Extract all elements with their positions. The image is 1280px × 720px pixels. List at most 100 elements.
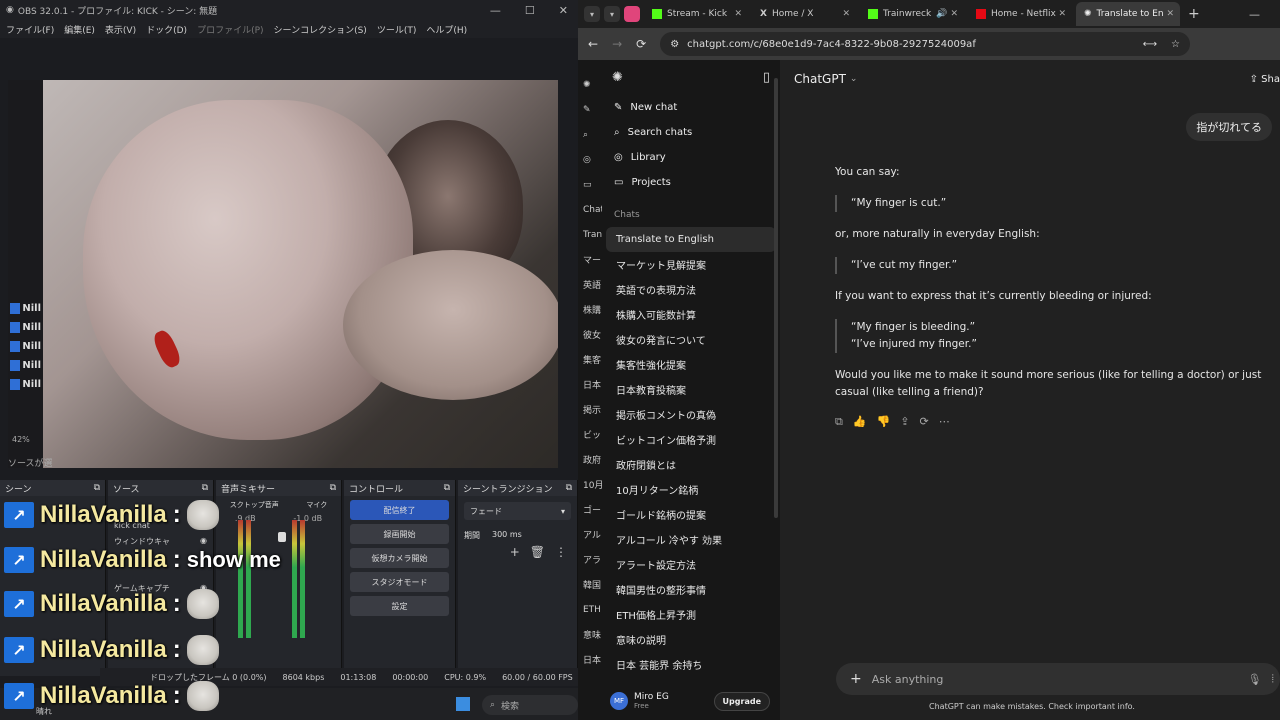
close-button[interactable]: ✕ [559, 4, 568, 17]
chat-item[interactable]: 掲示板コメントの真偽 [606, 402, 776, 427]
menu-help[interactable]: ヘルプ(H) [426, 23, 467, 36]
chat-item[interactable]: マーケット見解提案 [606, 252, 776, 277]
windows-start-icon[interactable] [456, 697, 470, 711]
chat-item[interactable]: 株購入可能数計算 [606, 302, 776, 327]
menu-scene-collection[interactable]: シーンコレクション(S) [274, 23, 367, 36]
stop-streaming-button[interactable]: 配信終了 [350, 500, 449, 520]
chat-item[interactable]: Translate to English [606, 227, 776, 252]
menu-view[interactable]: 表示(V) [105, 23, 136, 36]
add-icon[interactable]: + [510, 545, 520, 559]
chat-item[interactable]: 日本 芸能界 余持ち [606, 652, 776, 677]
thumbs-down-icon[interactable]: 👎 [877, 413, 891, 430]
rail-item[interactable]: 意味 [578, 622, 602, 647]
trash-icon[interactable]: 🗑 [530, 545, 545, 559]
search-icon[interactable]: ⌕ [578, 122, 602, 147]
tab-chatgpt[interactable]: ✺ Translate to En ✕ [1076, 2, 1180, 26]
chat-item[interactable]: ビットコイン価格予測 [606, 427, 776, 452]
close-tab-icon[interactable]: ✕ [734, 9, 742, 19]
dock-undock-icon[interactable]: ⧉ [444, 483, 450, 493]
projects-button[interactable]: ▭ Projects [602, 170, 780, 195]
rail-item[interactable]: 韓国 [578, 572, 602, 597]
chat-item[interactable]: 集客性強化提案 [606, 352, 776, 377]
tab-kick-stream[interactable]: Stream - Kick ✕ [644, 2, 748, 26]
rail-item[interactable]: ETH [578, 597, 602, 622]
obs-preview[interactable]: Nill Nill Nill Nill Nill 42% [8, 80, 558, 468]
maximize-button[interactable]: ☐ [525, 4, 535, 17]
copy-icon[interactable]: ⧉ [835, 413, 843, 430]
chatgpt-logo-icon[interactable]: ✺ [612, 70, 623, 85]
new-tab-button[interactable]: + [1188, 6, 1200, 22]
rail-item[interactable]: ゴー [578, 497, 602, 522]
rail-item[interactable]: アラ [578, 547, 602, 572]
plus-icon[interactable]: + [850, 671, 862, 687]
toggle-sidebar-icon[interactable]: ▯ [763, 70, 770, 85]
taskbar-search[interactable]: ⌕ 検索 [482, 695, 578, 715]
model-selector[interactable]: ChatGPT [794, 72, 846, 86]
dock-undock-icon[interactable]: ⧉ [566, 483, 572, 493]
tab-netflix[interactable]: Home - Netflix ✕ [968, 2, 1072, 26]
settings-button[interactable]: 設定 [350, 596, 449, 616]
share-button[interactable]: ⇪ Sha [1250, 74, 1280, 85]
start-recording-button[interactable]: 録画開始 [350, 524, 449, 544]
user-menu[interactable]: MF Miro EG Free Upgrade [602, 682, 780, 720]
rail-item[interactable]: 政府 [578, 447, 602, 472]
chat-item[interactable]: ETH価格上昇予測 [606, 602, 776, 627]
rail-item[interactable]: 彼女 [578, 322, 602, 347]
close-tab-icon[interactable]: ✕ [842, 9, 850, 19]
profile-icon[interactable] [624, 6, 640, 22]
chat-item[interactable]: 10月リターン銘柄 [606, 477, 776, 502]
virtual-camera-button[interactable]: 仮想カメラ開始 [350, 548, 449, 568]
more-icon[interactable]: ⋯ [939, 413, 950, 430]
minimize-button[interactable]: — [490, 4, 501, 17]
new-chat-button[interactable]: ✎ New chat [602, 95, 780, 120]
rail-item[interactable]: 日本 [578, 372, 602, 397]
chat-item[interactable]: 英語での表現方法 [606, 277, 776, 302]
minimize-icon[interactable]: — [1249, 8, 1260, 21]
forward-icon[interactable]: → [612, 37, 622, 51]
menu-profile[interactable]: プロファイル(P) [197, 23, 263, 36]
tab-search-icon[interactable]: ▾ [604, 6, 620, 22]
translate-icon[interactable]: ⟷ [1143, 39, 1157, 50]
chevron-down-icon[interactable]: ▾ [584, 6, 600, 22]
rail-item[interactable]: 10月 [578, 472, 602, 497]
url-input[interactable]: ⚙ chatgpt.com/c/68e0e1d9-7ac4-8322-9b08-… [660, 32, 1190, 56]
rail-item[interactable]: 日本 [578, 647, 602, 672]
microphone-icon[interactable]: 🎙 [1248, 673, 1262, 686]
site-info-icon[interactable]: ⚙ [670, 39, 679, 50]
chat-item[interactable]: 日本教育投稿案 [606, 377, 776, 402]
composer[interactable]: + Ask anything 🎙 ⦙ [836, 663, 1280, 695]
close-tab-icon[interactable]: ✕ [1058, 9, 1066, 19]
edit-icon[interactable]: ✎ [578, 97, 602, 122]
regenerate-icon[interactable]: ⟳ [919, 413, 928, 430]
composer-input[interactable]: Ask anything [872, 673, 944, 686]
studio-mode-button[interactable]: スタジオモード [350, 572, 449, 592]
bookmark-star-icon[interactable]: ☆ [1171, 39, 1180, 50]
rail-item[interactable]: ビッ [578, 422, 602, 447]
voice-mode-icon[interactable]: ⦙ [1272, 672, 1274, 686]
chat-item[interactable]: ゴールド銘柄の提案 [606, 502, 776, 527]
speaker-icon[interactable]: 🔊 [936, 9, 947, 19]
chevron-down-icon[interactable]: ⌄ [850, 74, 858, 84]
thumbs-up-icon[interactable]: 👍 [853, 413, 867, 430]
chatgpt-logo-icon[interactable]: ✺ [578, 72, 602, 97]
search-chats-button[interactable]: ⌕ Search chats [602, 120, 780, 145]
duration-input[interactable]: 300 ms [492, 530, 522, 541]
chat-item[interactable]: 韓国男性の整形事情 [606, 577, 776, 602]
tab-trainwreck[interactable]: Trainwreck 🔊 ✕ [860, 2, 964, 26]
sidebar-scrollbar[interactable] [774, 78, 778, 518]
tab-x-home[interactable]: X Home / X ✕ [752, 2, 856, 26]
menu-dock[interactable]: ドック(D) [146, 23, 187, 36]
chat-item[interactable]: アルコール 冷やす 効果 [606, 527, 776, 552]
library-button[interactable]: ◎ Library [602, 145, 780, 170]
close-tab-icon[interactable]: ✕ [950, 9, 958, 19]
chat-item[interactable]: アラート設定方法 [606, 552, 776, 577]
mic-volume-slider[interactable] [278, 532, 286, 542]
rail-item[interactable]: 英語 [578, 272, 602, 297]
folder-icon[interactable]: ▭ [578, 172, 602, 197]
transition-select[interactable]: フェード ▾ [464, 502, 571, 520]
menu-tools[interactable]: ツール(T) [377, 23, 417, 36]
menu-file[interactable]: ファイル(F) [6, 23, 54, 36]
back-icon[interactable]: ← [588, 37, 598, 51]
chat-item[interactable]: 政府閉鎖とは [606, 452, 776, 477]
dock-undock-icon[interactable]: ⧉ [94, 483, 100, 493]
